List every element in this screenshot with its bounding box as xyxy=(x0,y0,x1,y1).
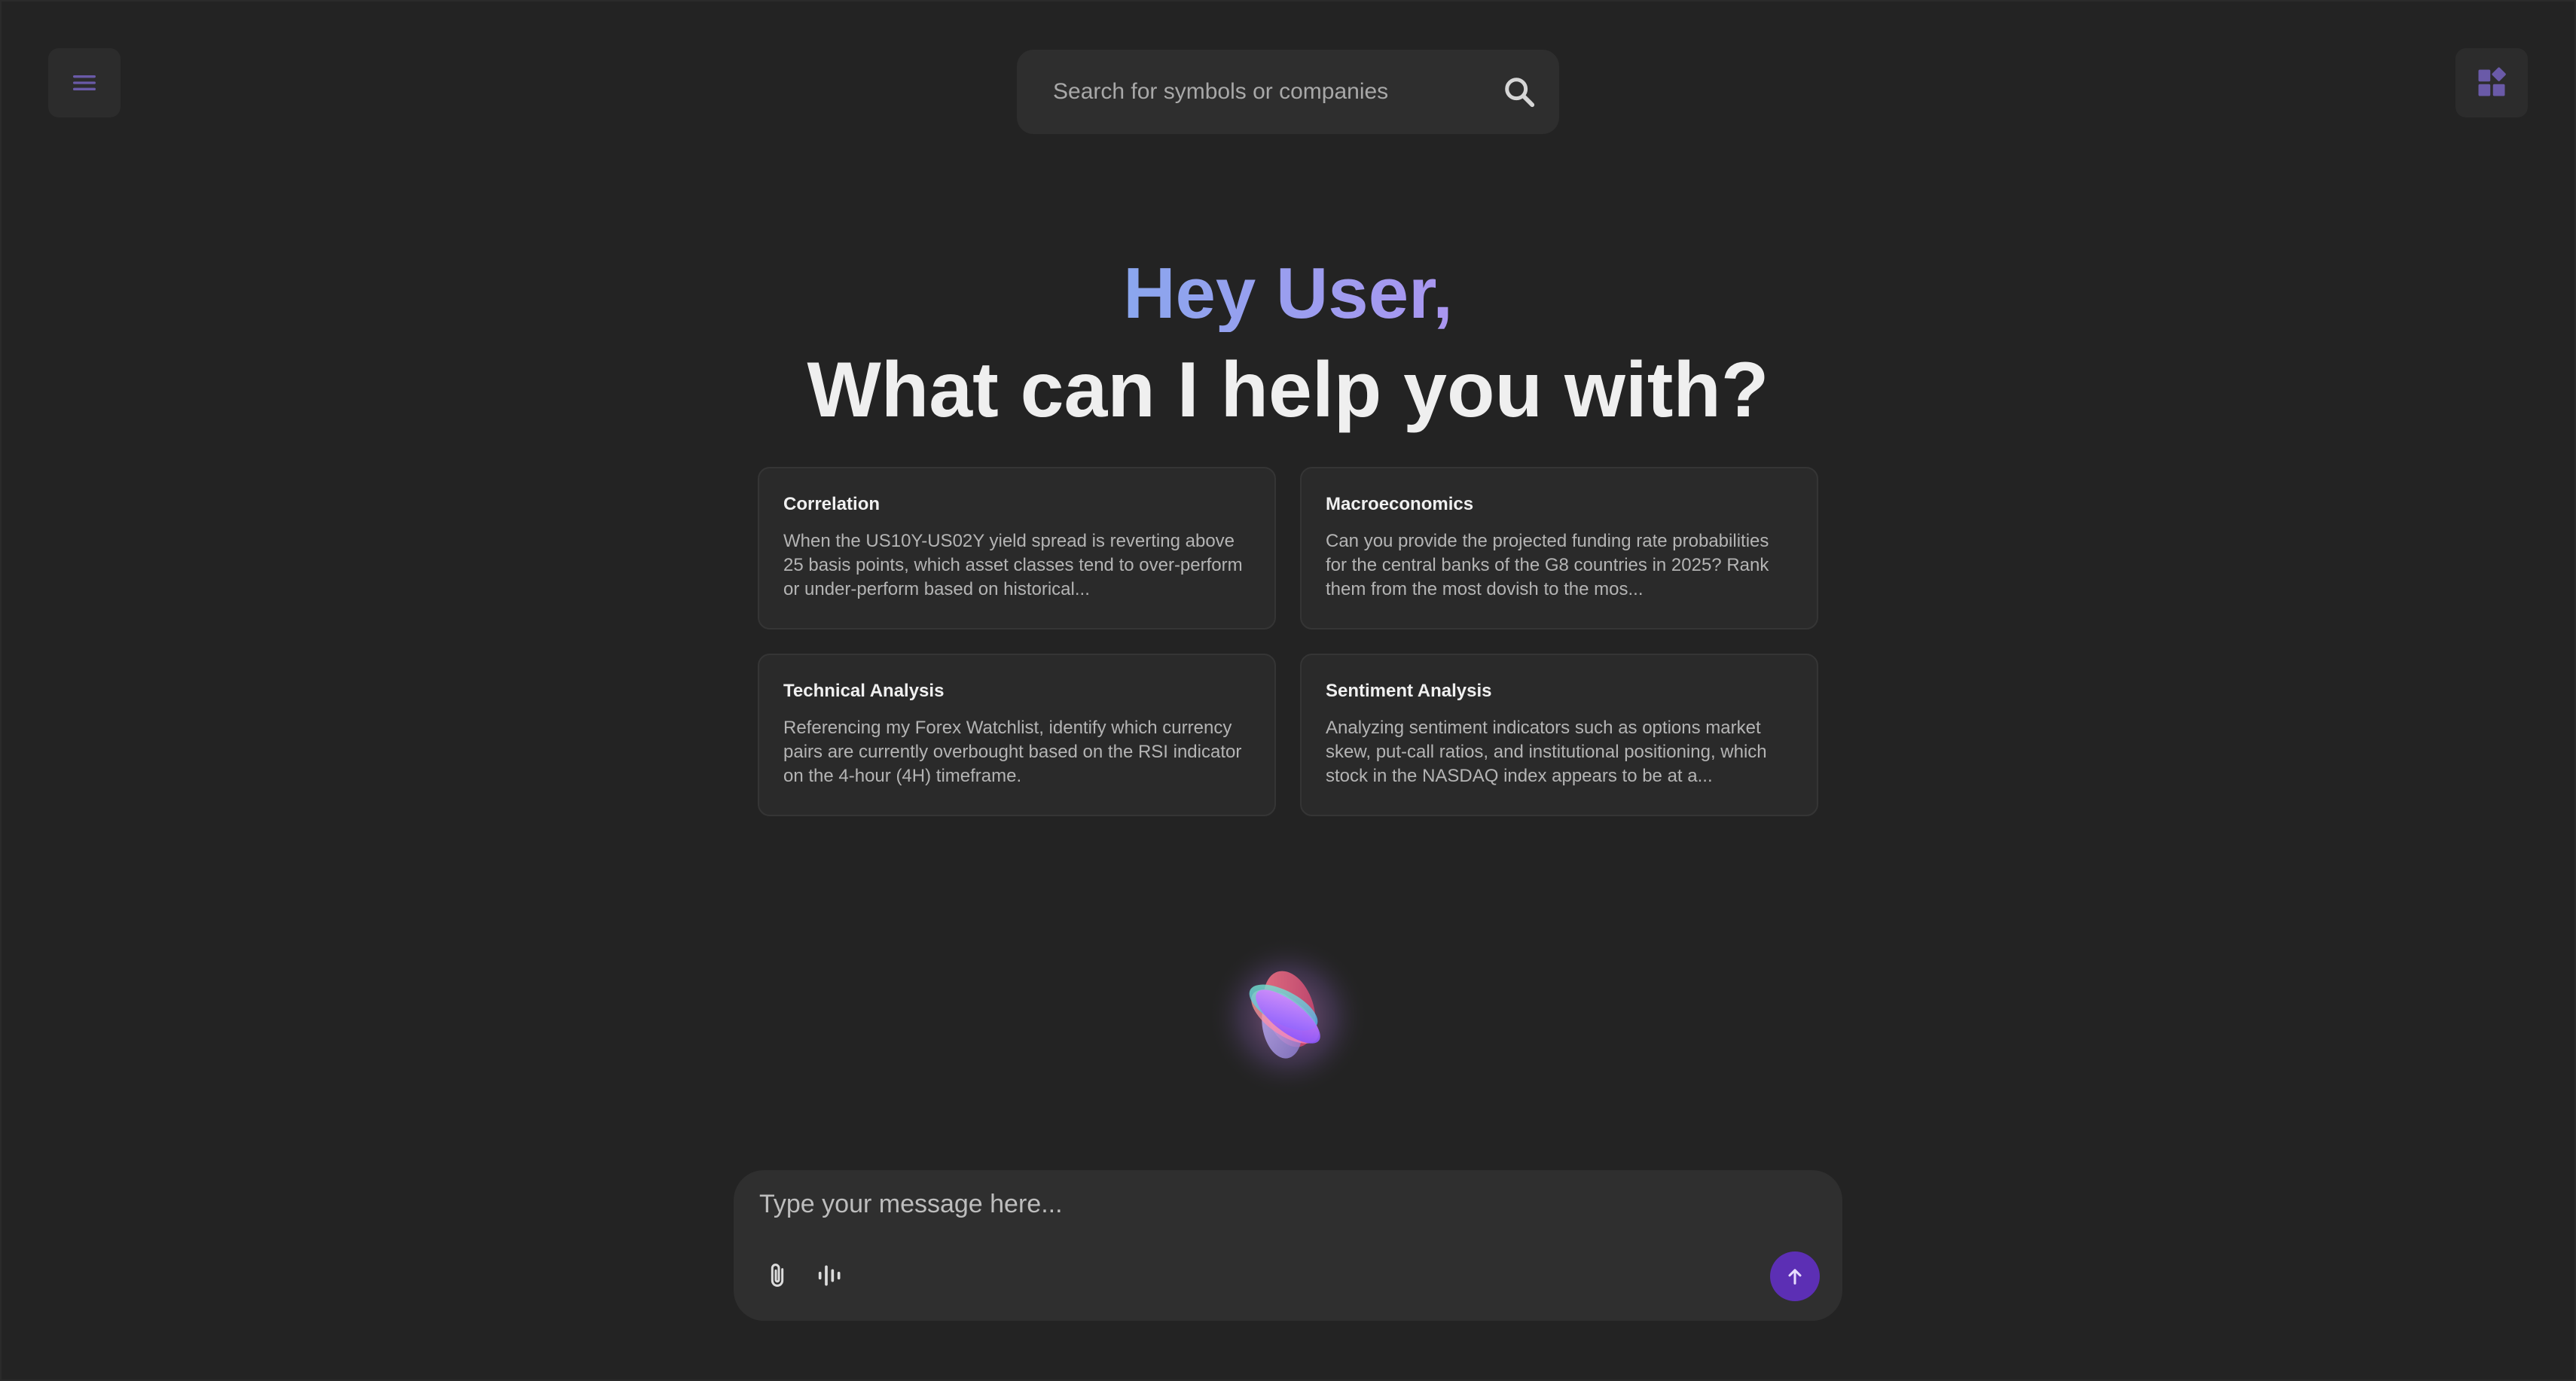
ai-orb-icon xyxy=(1208,937,1368,1096)
suggestion-card-text: Can you provide the projected funding ra… xyxy=(1326,530,1769,599)
menu-button[interactable] xyxy=(48,48,121,117)
suggestion-card-correlation[interactable]: Correlation When the US10Y-US02Y yield s… xyxy=(758,467,1276,630)
search-bar xyxy=(1017,50,1559,134)
suggestion-card-text: Referencing my Forex Watchlist, identify… xyxy=(783,717,1242,786)
message-input[interactable] xyxy=(758,1188,1800,1236)
suggestion-card-text: Analyzing sentiment indicators such as o… xyxy=(1326,717,1767,786)
message-composer xyxy=(734,1170,1842,1321)
voice-input-button[interactable] xyxy=(809,1254,851,1297)
suggestion-cards-grid: Correlation When the US10Y-US02Y yield s… xyxy=(758,467,1818,816)
greeting-container: Hey User, xyxy=(0,253,2576,334)
greeting-text: Hey User, xyxy=(1123,253,1453,334)
attach-button[interactable] xyxy=(756,1254,798,1297)
search-input[interactable] xyxy=(1051,78,1502,105)
app-page: Hey User, What can I help you with? Corr… xyxy=(0,0,2576,1381)
hamburger-menu-icon xyxy=(73,75,96,90)
suggestion-card-technical-analysis[interactable]: Technical Analysis Referencing my Forex … xyxy=(758,654,1276,816)
suggestion-card-title: Sentiment Analysis xyxy=(1326,681,1492,701)
widgets-button[interactable] xyxy=(2455,48,2528,117)
help-question-heading: What can I help you with? xyxy=(807,346,1769,434)
suggestion-card-text: When the US10Y-US02Y yield spread is rev… xyxy=(783,530,1243,599)
search-icon[interactable] xyxy=(1502,75,1537,109)
arrow-up-icon xyxy=(1788,1269,1802,1285)
paperclip-icon xyxy=(771,1264,784,1287)
suggestion-card-sentiment-analysis[interactable]: Sentiment Analysis Analyzing sentiment i… xyxy=(1300,654,1818,816)
suggestion-card-title: Correlation xyxy=(783,494,881,514)
suggestion-card-title: Macroeconomics xyxy=(1326,494,1474,514)
audio-waveform-icon xyxy=(818,1265,841,1286)
widgets-icon xyxy=(2478,67,2506,96)
suggestion-card-macroeconomics[interactable]: Macroeconomics Can you provide the proje… xyxy=(1300,467,1818,630)
send-button[interactable] xyxy=(1770,1251,1820,1301)
suggestion-card-title: Technical Analysis xyxy=(783,681,945,701)
